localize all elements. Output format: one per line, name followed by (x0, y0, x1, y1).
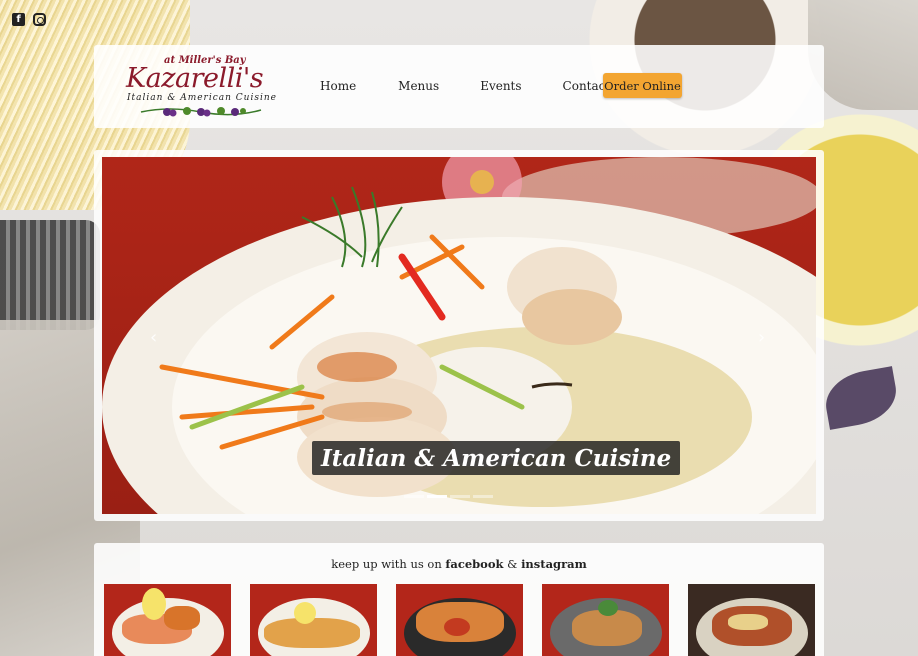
feed-thumbnail[interactable] (688, 584, 815, 656)
nav-events[interactable]: Events (480, 79, 521, 93)
feed-thumbnail[interactable] (396, 584, 523, 656)
grape-vine-icon (140, 107, 262, 117)
logo-name: Kazarelli's (126, 63, 264, 94)
feed-title: keep up with us on facebook & instagram (94, 557, 824, 571)
social-feed: keep up with us on facebook & instagram (94, 543, 824, 656)
feed-instagram-link[interactable]: instagram (521, 557, 587, 571)
feed-title-prefix: keep up with us on (331, 557, 446, 571)
order-online-button[interactable]: Order Online (603, 73, 682, 98)
facebook-icon[interactable]: f (12, 13, 25, 26)
site-header: at Miller's Bay Kazarelli's Italian & Am… (94, 45, 824, 128)
logo[interactable]: at Miller's Bay Kazarelli's Italian & Am… (124, 53, 284, 123)
background-grater (0, 220, 100, 330)
background-cloth-top-right (808, 0, 918, 110)
slider-dots (404, 495, 493, 498)
feed-facebook-link[interactable]: facebook (445, 557, 503, 571)
slide-image: ‹ › Italian & American Cuisine (102, 157, 816, 514)
feed-thumbnail[interactable] (250, 584, 377, 656)
slider-dot-active[interactable] (427, 495, 447, 498)
slider-dot[interactable] (450, 495, 470, 498)
slider-dot[interactable] (404, 495, 424, 498)
chevron-left-icon[interactable]: ‹ (150, 327, 157, 348)
instagram-icon[interactable] (33, 13, 46, 26)
slider-dot[interactable] (473, 495, 493, 498)
hero-slider: ‹ › Italian & American Cuisine (94, 150, 824, 521)
chevron-right-icon[interactable]: › (758, 327, 765, 348)
slide-caption: Italian & American Cuisine (312, 441, 681, 475)
background-basil-leaf (821, 366, 901, 430)
feed-thumbnail[interactable] (104, 584, 231, 656)
feed-thumbnails (104, 584, 815, 656)
main-nav: Home Menus Events Contact (320, 79, 610, 93)
feed-title-amp: & (503, 557, 522, 571)
nav-home[interactable]: Home (320, 79, 356, 93)
feed-thumbnail[interactable] (542, 584, 669, 656)
nav-menus[interactable]: Menus (398, 79, 439, 93)
logo-tagline: Italian & American Cuisine (127, 93, 277, 103)
social-links: f (12, 13, 46, 26)
